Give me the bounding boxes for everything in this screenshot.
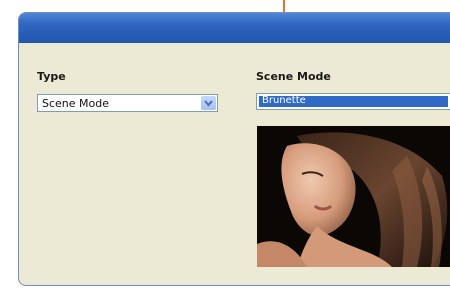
scene-mode-list[interactable]: Brunette <box>256 93 450 110</box>
dialog-window: Type Scene Mode Scene Mode Brunette <box>18 12 450 286</box>
type-dropdown-value: Scene Mode <box>42 97 110 110</box>
type-dropdown[interactable]: Scene Mode <box>37 94 218 112</box>
type-label: Type <box>37 70 66 83</box>
title-bar <box>19 13 450 43</box>
scene-mode-selected-label: Brunette <box>262 95 306 106</box>
scene-mode-label: Scene Mode <box>256 70 331 83</box>
chevron-down-icon[interactable] <box>201 96 216 110</box>
scene-mode-selected-item[interactable]: Brunette <box>259 95 448 107</box>
scene-preview-image <box>257 126 450 267</box>
